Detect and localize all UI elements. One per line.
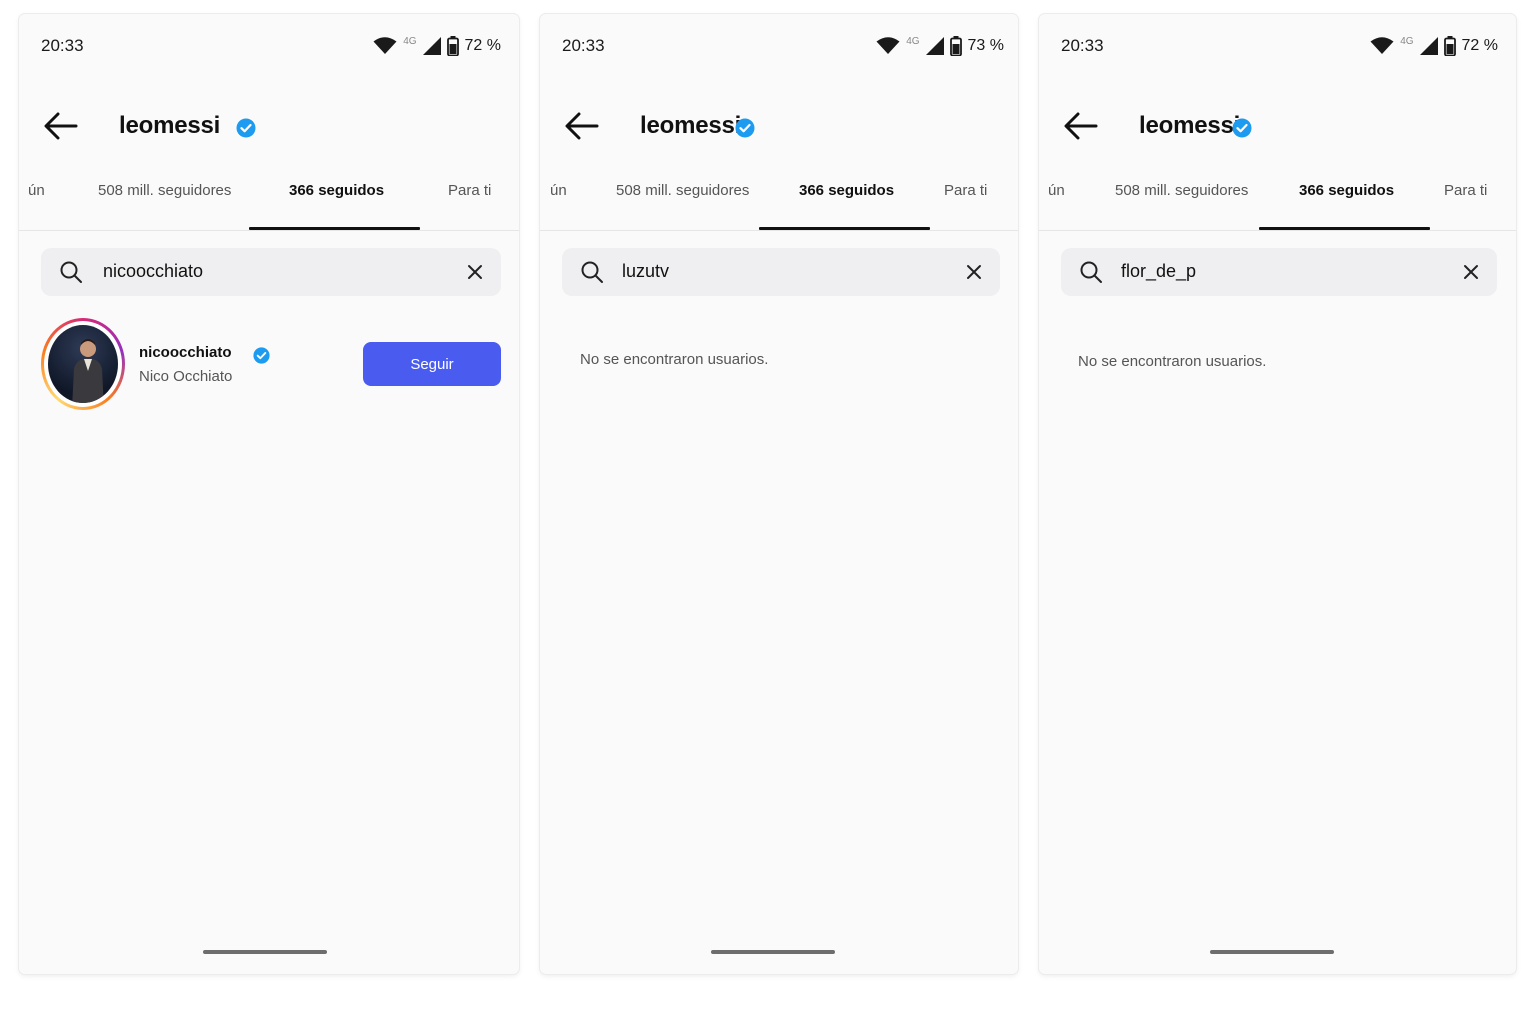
tab-following[interactable]: 366 seguidos [1258, 178, 1431, 230]
tab-mutual[interactable]: ún [550, 178, 567, 228]
profile-header: leomessi [540, 94, 1018, 160]
tab-for-you[interactable]: Para ti [448, 178, 491, 228]
profile-tabs: ún 508 mill. seguidores 366 seguidos Par… [19, 178, 519, 231]
tab-following[interactable]: 366 seguidos [248, 178, 421, 230]
system-icons: 4G 73 % [876, 36, 1004, 56]
clear-search-icon[interactable] [964, 262, 984, 282]
home-indicator[interactable] [711, 950, 835, 954]
tab-followers[interactable]: 508 mill. seguidores [616, 178, 749, 228]
battery-icon [949, 36, 962, 56]
network-type: 4G [906, 35, 920, 47]
search-icon [60, 261, 82, 283]
clear-search-icon[interactable] [465, 262, 485, 282]
tab-for-you[interactable]: Para ti [944, 178, 987, 228]
clear-search-icon[interactable] [1461, 262, 1481, 282]
verified-badge-icon [253, 347, 270, 364]
battery-percent: 72 % [464, 37, 501, 54]
empty-results-message: No se encontraron usuarios. [580, 351, 769, 368]
search-icon [581, 261, 603, 283]
avatar[interactable] [41, 318, 125, 410]
search-bar[interactable]: luzutv [562, 248, 1000, 296]
status-bar: 20:33 4G 73 % [540, 14, 1018, 76]
battery-percent: 72 % [1461, 37, 1498, 54]
result-full-name: Nico Occhiato [139, 368, 233, 385]
verified-badge-icon [735, 118, 755, 138]
wifi-icon [1370, 37, 1394, 54]
status-time: 20:33 [1061, 36, 1104, 55]
follow-button[interactable]: Seguir [363, 342, 501, 386]
search-input[interactable]: flor_de_p [1121, 261, 1196, 282]
home-indicator[interactable] [203, 950, 327, 954]
avatar-photo [48, 325, 118, 403]
search-input[interactable]: luzutv [622, 261, 669, 282]
wifi-icon [373, 37, 397, 54]
profile-username: leomessi [1139, 112, 1241, 139]
search-input[interactable]: nicoocchiato [103, 261, 203, 282]
person-silhouette-icon [72, 339, 104, 403]
tab-followers[interactable]: 508 mill. seguidores [98, 178, 231, 228]
verified-badge-icon [236, 118, 256, 138]
system-icons: 4G 72 % [1370, 36, 1498, 56]
empty-results-message: No se encontraron usuarios. [1078, 353, 1267, 370]
verified-badge-icon [1232, 118, 1252, 138]
status-time: 20:33 [562, 36, 605, 55]
phone-screen-3: 20:33 4G 72 % leomessi ún 508 mill. segu… [1039, 14, 1516, 974]
home-indicator[interactable] [1210, 950, 1334, 954]
cell-signal-icon [422, 37, 441, 55]
back-arrow-icon[interactable] [1063, 110, 1099, 142]
system-icons: 4G 72 % [373, 36, 501, 56]
tab-followers[interactable]: 508 mill. seguidores [1115, 178, 1248, 228]
profile-username: leomessi [640, 112, 742, 139]
tab-mutual[interactable]: ún [1048, 178, 1065, 228]
network-type: 4G [1400, 35, 1414, 47]
status-bar: 20:33 4G 72 % [1039, 14, 1516, 76]
network-type: 4G [403, 35, 417, 47]
back-arrow-icon[interactable] [43, 110, 79, 142]
battery-icon [1443, 36, 1456, 56]
result-username[interactable]: nicoocchiato [139, 344, 232, 361]
profile-username: leomessi [119, 112, 221, 139]
tab-mutual[interactable]: ún [28, 178, 45, 228]
search-bar[interactable]: flor_de_p [1061, 248, 1497, 296]
cell-signal-icon [925, 37, 944, 55]
user-result-row[interactable]: nicoocchiato Nico Occhiato Seguir [41, 318, 501, 412]
profile-header: leomessi [1039, 94, 1516, 160]
phone-screen-2: 20:33 4G 73 % leomessi ún 508 mill. segu… [540, 14, 1018, 974]
status-bar: 20:33 4G 72 % [19, 14, 519, 76]
tab-following[interactable]: 366 seguidos [758, 178, 931, 230]
phone-screen-1: 20:33 4G 72 % leomessi ún 508 mill. segu… [19, 14, 519, 974]
profile-tabs: ún 508 mill. seguidores 366 seguidos Par… [1039, 178, 1516, 231]
profile-header: leomessi [19, 94, 519, 160]
profile-tabs: ún 508 mill. seguidores 366 seguidos Par… [540, 178, 1018, 231]
search-icon [1080, 261, 1102, 283]
wifi-icon [876, 37, 900, 54]
back-arrow-icon[interactable] [564, 110, 600, 142]
tab-for-you[interactable]: Para ti [1444, 178, 1487, 228]
search-bar[interactable]: nicoocchiato [41, 248, 501, 296]
battery-percent: 73 % [967, 37, 1004, 54]
status-time: 20:33 [41, 36, 84, 55]
battery-icon [446, 36, 459, 56]
cell-signal-icon [1419, 37, 1438, 55]
